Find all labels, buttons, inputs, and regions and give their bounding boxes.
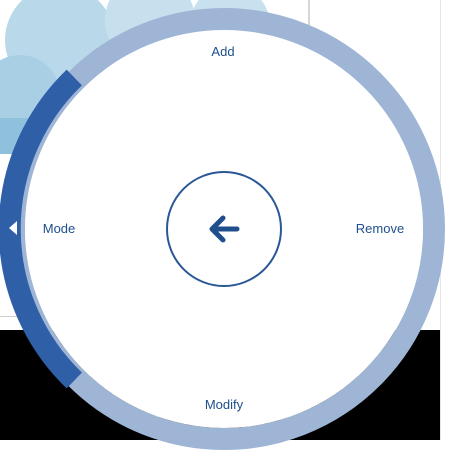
- menu-item-add[interactable]: Add: [211, 44, 234, 60]
- menu-item-remove[interactable]: Remove: [356, 221, 404, 237]
- back-arrow-icon: [209, 215, 240, 243]
- collapse-arrow-icon[interactable]: [8, 220, 18, 236]
- menu-item-mode[interactable]: Mode: [43, 221, 76, 237]
- screenshot-stage: Add Remove Modify Mode: [0, 0, 454, 453]
- menu-item-modify[interactable]: Modify: [205, 397, 243, 413]
- back-button[interactable]: [166, 171, 282, 287]
